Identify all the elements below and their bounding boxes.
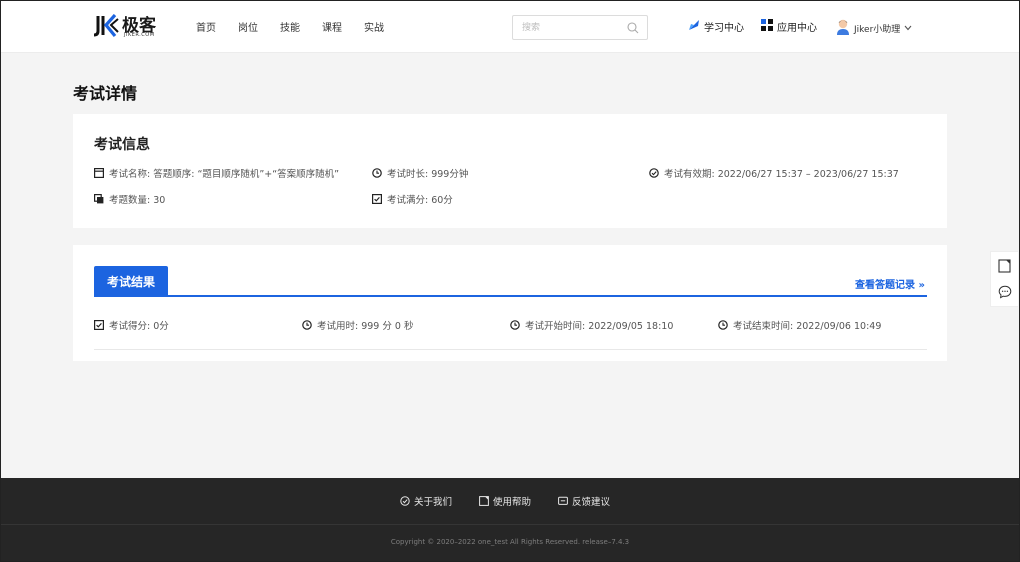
score-row: 考试得分: 0分 [94,318,169,332]
clock-icon [510,320,520,330]
logo-subtext: JIKER.COM [124,32,155,38]
end-time-row: 考试结束时间: 2022/09/06 10:49 [718,318,881,332]
chevron-down-icon [904,24,912,33]
search-input[interactable] [522,16,632,39]
footer-about-label: 关于我们 [414,497,453,508]
check-circle-icon [649,168,659,178]
search-box [512,15,648,40]
exam-validity: 考试有效期: 2022/06/27 15:37 – 2023/06/27 15:… [664,169,899,180]
learn-center-icon [688,19,700,34]
full-score-row: 考试满分: 60分 [372,192,453,206]
footer-links-bar: 关于我们 使用帮助 反馈建议 [0,478,1020,524]
user-name: Jiker小助理 [854,25,901,35]
copy-icon [94,194,104,204]
app-center-link[interactable]: 应用中心 [761,19,817,34]
view-answer-record-link[interactable]: 查看答题记录 » [855,276,925,291]
learn-center-link[interactable]: 学习中心 [688,19,744,34]
top-header: 极客 JIKER.COM 首页 岗位 技能 课程 实战 学习中心 应用中心 [0,0,1020,53]
exam-time-used: 考试用时: 999 分 0 秒 [317,321,414,332]
feedback-icon [558,496,568,506]
footer-feedback-label: 反馈建议 [572,497,611,508]
nav-item-practice[interactable]: 实战 [364,19,384,34]
app-center-label: 应用中心 [777,23,817,34]
user-menu[interactable]: Jiker小助理 [836,19,912,38]
exam-score: 考试得分: 0分 [109,321,169,332]
exam-name: 考试名称: 答题顺序: “题目顺序随机”+“答案顺序随机” [109,169,340,180]
exam-duration: 考试时长: 999分钟 [387,169,469,180]
search-icon[interactable] [627,22,639,37]
footer-feedback-link[interactable]: 反馈建议 [558,494,610,508]
footer-links: 关于我们 使用帮助 反馈建议 [400,494,637,508]
question-count-row: 考题数量: 30 [94,192,165,206]
time-used-row: 考试用时: 999 分 0 秒 [302,318,413,332]
check-square-icon [94,320,104,330]
result-divider [94,349,927,350]
tab-exam-result[interactable]: 考试结果 [94,266,168,296]
nav-item-skills[interactable]: 技能 [280,19,300,34]
check-circle-icon [400,496,410,506]
clock-icon [372,168,382,178]
page-title: 考试详情 [73,84,138,103]
exam-validity-row: 考试有效期: 2022/06/27 15:37 – 2023/06/27 15:… [649,166,899,180]
copyright-text: Copyright © 2020–2022 one_test All Right… [390,538,630,546]
clock-icon [302,320,312,330]
footer-help-label: 使用帮助 [493,497,532,508]
app-grid-icon [761,19,773,34]
logo-mark-icon [93,13,120,38]
clock-icon [718,320,728,330]
exam-start-time: 考试开始时间: 2022/09/05 18:10 [525,321,674,332]
exam-info-card: 考试信息 考试名称: 答题顺序: “题目顺序随机”+“答案顺序随机” 考试时长:… [73,114,947,228]
chat-icon[interactable] [998,285,1012,302]
exam-name-row: 考试名称: 答题顺序: “题目顺序随机”+“答案顺序随机” [94,166,339,180]
tab-underline [94,295,927,297]
exam-duration-row: 考试时长: 999分钟 [372,166,468,180]
footer-copyright-bar: Copyright © 2020–2022 one_test All Right… [0,524,1020,562]
exam-result-card: 考试结果 查看答题记录 » 考试得分: 0分 考试用时: 999 分 0 秒 考… [73,245,947,361]
question-count: 考题数量: 30 [109,195,166,206]
check-square-icon [372,194,382,204]
note-icon[interactable] [998,259,1011,276]
footer-about-link[interactable]: 关于我们 [400,494,452,508]
exam-end-time: 考试结束时间: 2022/09/06 10:49 [733,321,882,332]
calendar-icon [94,168,104,178]
footer-help-link[interactable]: 使用帮助 [479,494,531,508]
nav-item-jobs[interactable]: 岗位 [238,19,258,34]
nav-item-courses[interactable]: 课程 [322,19,342,34]
full-score: 考试满分: 60分 [387,195,453,206]
note-icon [479,496,489,506]
start-time-row: 考试开始时间: 2022/09/05 18:10 [510,318,673,332]
side-toolbar [990,251,1018,307]
avatar [836,19,850,38]
exam-info-title: 考试信息 [94,137,150,153]
nav-item-home[interactable]: 首页 [196,19,216,34]
main-nav: 首页 岗位 技能 课程 实战 [196,19,406,34]
learn-center-label: 学习中心 [704,23,744,34]
